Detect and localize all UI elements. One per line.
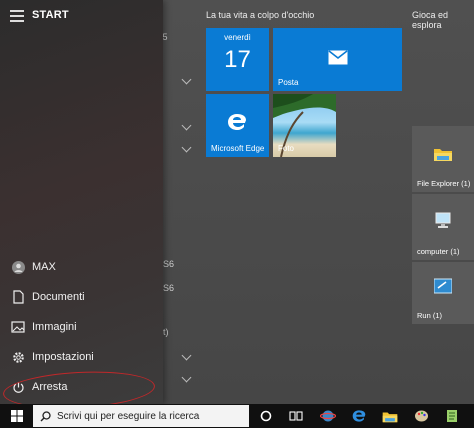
group-header-left: La tua vita a colpo d'occhio bbox=[206, 10, 315, 20]
paint-palette-icon bbox=[414, 410, 428, 422]
task-view-icon bbox=[289, 411, 303, 421]
app-list-fragment: t) bbox=[163, 327, 169, 337]
edge-icon bbox=[352, 410, 366, 422]
taskbar-app-network[interactable] bbox=[314, 404, 342, 428]
mail-tile[interactable]: Posta bbox=[273, 28, 402, 91]
computer-tile-label: computer (1) bbox=[417, 247, 460, 256]
run-icon bbox=[434, 278, 452, 294]
edge-icon bbox=[228, 114, 246, 130]
settings-label: Impostazioni bbox=[32, 351, 94, 363]
documents-button[interactable]: Documenti bbox=[0, 283, 163, 311]
folder-icon bbox=[382, 411, 398, 422]
file-explorer-tile-label: File Explorer (1) bbox=[417, 179, 471, 188]
gear-icon bbox=[11, 350, 25, 364]
image-icon bbox=[11, 320, 25, 334]
edge-tile[interactable]: Microsoft Edge bbox=[206, 94, 269, 157]
group-header-right: Gioca ed esplora bbox=[412, 10, 449, 30]
run-tile-label: Run (1) bbox=[417, 311, 443, 320]
file-explorer-tile[interactable]: File Explorer (1) bbox=[412, 126, 474, 192]
computer-tile[interactable]: computer (1) bbox=[412, 194, 474, 260]
cortana-circle-icon bbox=[260, 410, 272, 422]
taskbar-app-edge[interactable] bbox=[345, 404, 373, 428]
photos-tile-label: Foto bbox=[278, 144, 295, 153]
document-icon bbox=[11, 290, 25, 304]
chevron-down-icon[interactable] bbox=[181, 350, 192, 361]
app-list-strip: er 15 S6 S6 t) bbox=[147, 0, 203, 404]
hamburger-menu-icon[interactable] bbox=[10, 10, 24, 22]
task-view-button[interactable] bbox=[282, 404, 310, 428]
run-tile[interactable]: Run (1) bbox=[412, 262, 474, 324]
windows-start-button[interactable] bbox=[3, 404, 31, 428]
pictures-label: Immagini bbox=[32, 321, 77, 333]
windows-logo-icon bbox=[11, 410, 23, 422]
user-name: MAX bbox=[32, 261, 56, 273]
network-globe-icon bbox=[320, 410, 336, 422]
settings-button[interactable]: Impostazioni bbox=[0, 343, 163, 371]
search-icon bbox=[40, 410, 51, 421]
taskbar-app-paint[interactable] bbox=[407, 404, 435, 428]
start-title: START bbox=[32, 9, 69, 21]
start-menu-header: START bbox=[0, 0, 163, 32]
taskbar-app-notepad[interactable] bbox=[438, 404, 466, 428]
user-account-button[interactable]: MAX bbox=[0, 253, 163, 281]
search-placeholder: Scrivi qui per eseguire la ricerca bbox=[57, 410, 200, 422]
taskbar-app-file-explorer[interactable] bbox=[376, 404, 404, 428]
calendar-day: venerdì bbox=[224, 33, 251, 42]
app-list-fragment: S6 bbox=[163, 259, 175, 269]
edge-tile-label: Microsoft Edge bbox=[211, 144, 265, 153]
chevron-down-icon[interactable] bbox=[181, 372, 192, 383]
calendar-date: 17 bbox=[224, 46, 251, 73]
mail-icon bbox=[328, 50, 348, 65]
folder-icon bbox=[434, 149, 452, 161]
computer-icon bbox=[435, 212, 451, 228]
chevron-down-icon[interactable] bbox=[181, 120, 192, 131]
cortana-button[interactable] bbox=[252, 404, 280, 428]
start-menu-pane: START MAX Documenti Immagini Impostazion… bbox=[0, 0, 163, 404]
documents-label: Documenti bbox=[32, 291, 85, 303]
taskbar-search-box[interactable]: Scrivi qui per eseguire la ricerca bbox=[33, 405, 249, 427]
chevron-down-icon[interactable] bbox=[181, 142, 192, 153]
photos-tile[interactable]: Foto bbox=[273, 94, 336, 157]
app-list-fragment: S6 bbox=[163, 283, 175, 293]
avatar-icon bbox=[11, 260, 25, 274]
calendar-tile[interactable]: venerdì 17 bbox=[206, 28, 269, 91]
pictures-button[interactable]: Immagini bbox=[0, 313, 163, 341]
mail-tile-label: Posta bbox=[278, 78, 299, 87]
chevron-down-icon[interactable] bbox=[181, 74, 192, 85]
notepad-icon bbox=[447, 410, 457, 422]
